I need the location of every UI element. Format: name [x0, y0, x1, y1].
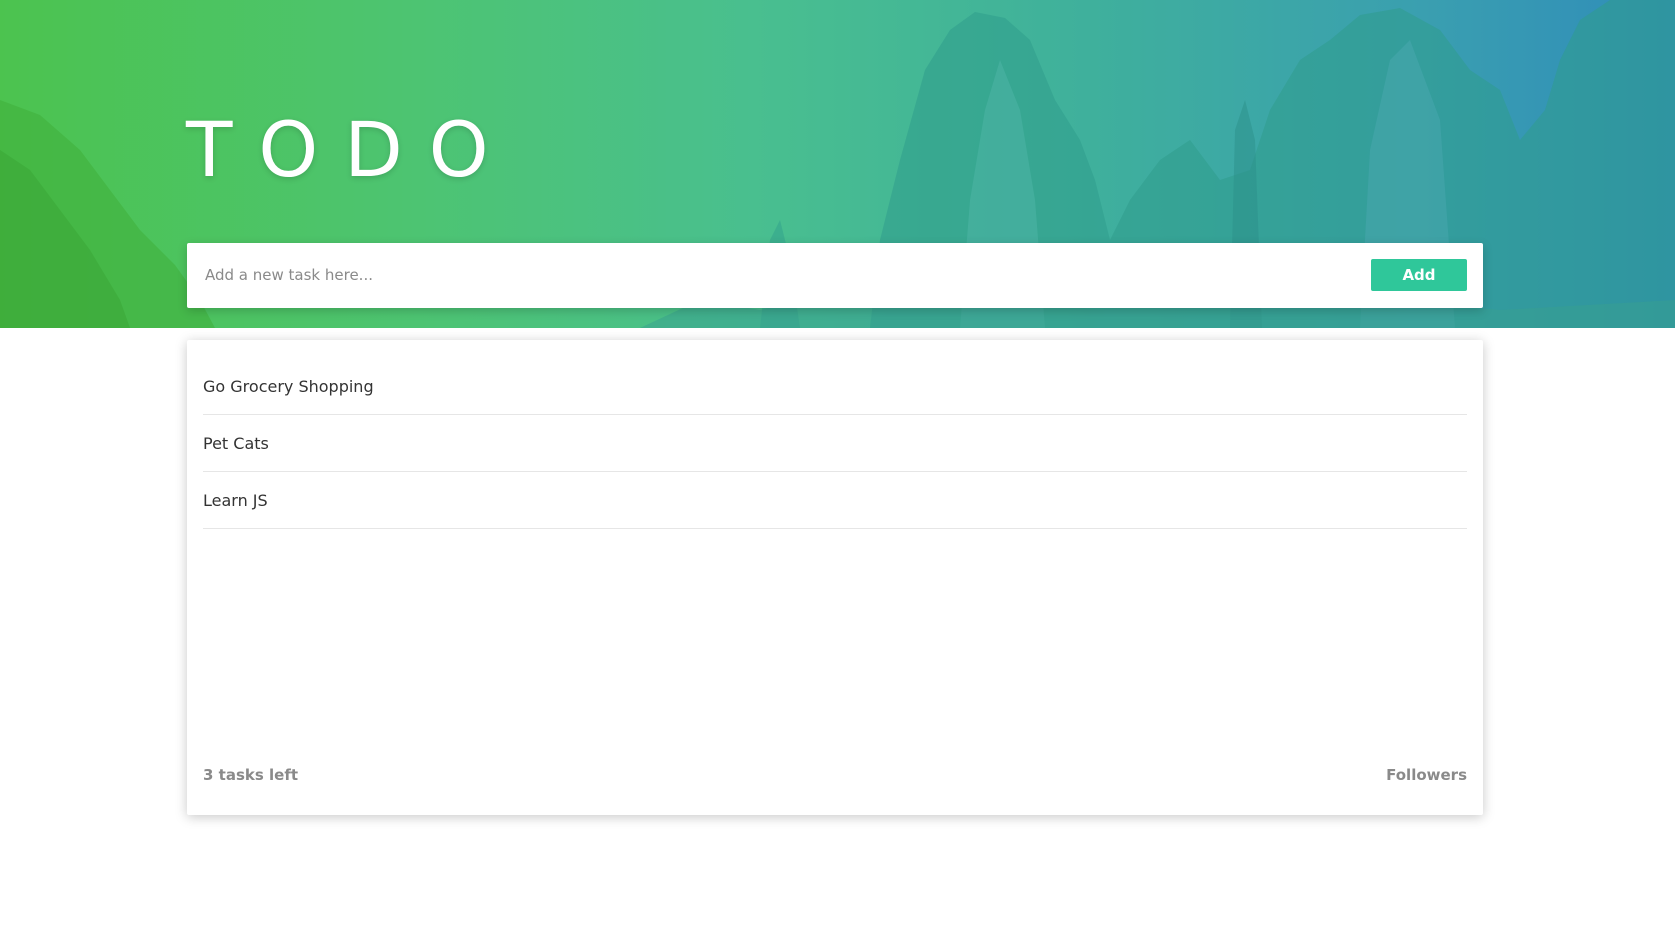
task-item[interactable]: Pet Cats	[203, 415, 1467, 472]
task-item[interactable]: Learn JS	[203, 472, 1467, 529]
add-task-bar: Add	[187, 243, 1483, 308]
task-list-card: Go Grocery Shopping Pet Cats Learn JS 3 …	[187, 340, 1483, 815]
add-button[interactable]: Add	[1371, 259, 1467, 291]
tasks-left-count: 3 tasks left	[203, 766, 299, 784]
task-list: Go Grocery Shopping Pet Cats Learn JS	[203, 358, 1467, 529]
task-list-footer: 3 tasks left Followers	[203, 760, 1467, 790]
followers-link[interactable]: Followers	[1386, 766, 1467, 784]
new-task-input[interactable]	[205, 255, 1355, 295]
task-item[interactable]: Go Grocery Shopping	[203, 358, 1467, 415]
page-title: TODO	[186, 105, 515, 194]
